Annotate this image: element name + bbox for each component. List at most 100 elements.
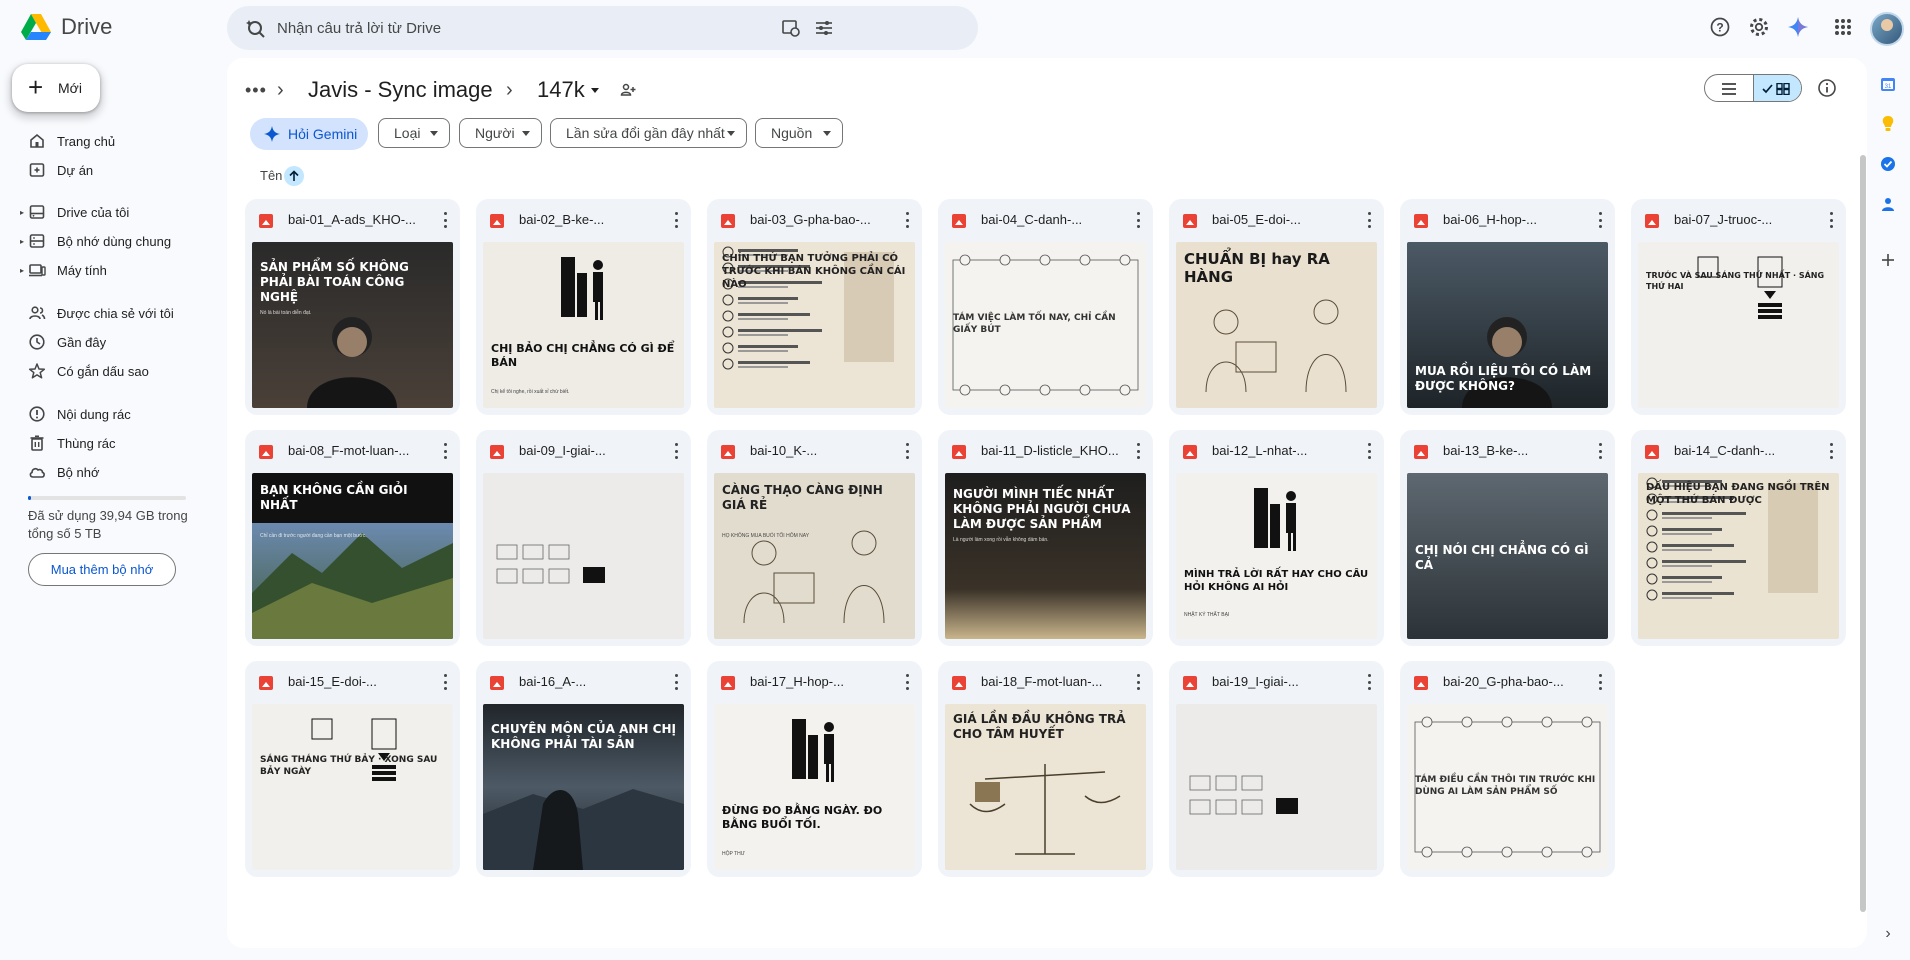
search-bar[interactable] (227, 6, 978, 50)
file-thumbnail[interactable]: TÁM ĐIỀU CẦN THÔI TIN TRƯỚC KHI DÙNG AI … (1407, 704, 1608, 870)
file-name-row[interactable]: bai-20_G-pha-bao-... (1400, 661, 1615, 703)
more-actions-icon[interactable] (901, 674, 913, 690)
file-thumbnail[interactable]: CHỊ NÓI CHỊ CHẲNG CÓ GÌ CẢ (1407, 473, 1608, 639)
breadcrumb-current[interactable]: 147k (537, 74, 599, 106)
file-card[interactable]: bai-09_I-giai-... (476, 430, 691, 646)
file-name-row[interactable]: bai-13_B-ke-... (1400, 430, 1615, 472)
file-name-row[interactable]: bai-11_D-listicle_KHO... (938, 430, 1153, 472)
expand-caret-icon[interactable]: ▸ (20, 266, 24, 275)
drive-logo-icon[interactable] (20, 12, 52, 42)
sidebar-item-shared-with-me[interactable]: Được chia sẻ với tôi (0, 298, 220, 328)
sidebar-item-my-drive[interactable]: ▸ Drive của tôi (0, 197, 220, 227)
file-name-row[interactable]: bai-10_K-... (707, 430, 922, 472)
sidebar-item-home[interactable]: Trang chủ (0, 126, 220, 156)
grid-view-button[interactable] (1752, 75, 1801, 101)
file-thumbnail[interactable]: MÌNH TRẢ LỜI RẤT HAY CHO CÂU HỎI KHÔNG A… (1176, 473, 1377, 639)
file-card[interactable]: bai-06_H-hop-... MUA RỒI LIỆU TÔI CÓ LÀM … (1400, 199, 1615, 415)
sidebar-item-starred[interactable]: Có gắn dấu sao (0, 356, 220, 386)
file-card[interactable]: bai-15_E-doi-... SÁNG THÁNG THỨ BẢY · XON… (245, 661, 460, 877)
filter-people-chip[interactable]: Người (459, 118, 542, 148)
file-name-row[interactable]: bai-08_F-mot-luan-... (245, 430, 460, 472)
breadcrumb-overflow-icon[interactable]: ••• (245, 80, 267, 101)
more-actions-icon[interactable] (1594, 674, 1606, 690)
more-actions-icon[interactable] (439, 674, 451, 690)
file-thumbnail[interactable]: CHUẨN BỊ hay RA HÀNG (1176, 242, 1377, 408)
file-thumbnail[interactable]: ĐỪNG ĐO BẰNG NGÀY. ĐO BẰNG BUỔI TỐI. HỘP … (714, 704, 915, 870)
file-name-row[interactable]: bai-03_G-pha-bao-... (707, 199, 922, 241)
file-thumbnail[interactable]: CHÍN THỨ BẠN TƯỞNG PHẢI CÓ TRƯỚC KHI BÁN… (714, 242, 915, 408)
account-avatar[interactable] (1870, 12, 1904, 46)
file-name-row[interactable]: bai-16_A-... (476, 661, 691, 703)
vertical-scrollbar[interactable] (1860, 155, 1866, 912)
file-thumbnail[interactable] (483, 473, 684, 639)
file-name-row[interactable]: bai-07_J-truoc-... (1631, 199, 1846, 241)
file-name-row[interactable]: bai-14_C-danh-... (1631, 430, 1846, 472)
keep-icon[interactable] (1878, 114, 1898, 134)
more-actions-icon[interactable] (1363, 674, 1375, 690)
file-thumbnail[interactable] (1176, 704, 1377, 870)
filter-type-chip[interactable]: Loại (378, 118, 450, 148)
file-card[interactable]: bai-13_B-ke-... CHỊ NÓI CHỊ CHẲNG CÓ GÌ C… (1400, 430, 1615, 646)
filter-modified-chip[interactable]: Lần sửa đổi gần đây nhất (550, 118, 747, 148)
file-card[interactable]: bai-17_H-hop-... ĐỪNG ĐO BẰNG NGÀY. ĐO BẰ… (707, 661, 922, 877)
help-icon[interactable]: ? (1707, 14, 1733, 40)
sidebar-item-recent[interactable]: Gần đây (0, 327, 220, 357)
more-actions-icon[interactable] (901, 443, 913, 459)
more-actions-icon[interactable] (1825, 212, 1837, 228)
more-actions-icon[interactable] (1594, 212, 1606, 228)
file-thumbnail[interactable]: MUA RỒI LIỆU TÔI CÓ LÀM ĐƯỢC KHÔNG? (1407, 242, 1608, 408)
file-name-row[interactable]: bai-02_B-ke-... (476, 199, 691, 241)
search-input[interactable] (277, 18, 837, 38)
search-settings-icon[interactable] (780, 17, 802, 39)
more-actions-icon[interactable] (439, 443, 451, 459)
file-name-row[interactable]: bai-04_C-danh-... (938, 199, 1153, 241)
file-card[interactable]: bai-02_B-ke-... CHỊ BẢO CHỊ CHẲNG CÓ GÌ Đ… (476, 199, 691, 415)
file-thumbnail[interactable]: GIÁ LẦN ĐẦU KHÔNG TRẢ CHO TÂM HUYẾT (945, 704, 1146, 870)
breadcrumb-parent[interactable]: Javis - Sync image (308, 74, 493, 106)
settings-gear-icon[interactable] (1746, 14, 1772, 40)
file-name-row[interactable]: bai-18_F-mot-luan-... (938, 661, 1153, 703)
file-card[interactable]: bai-12_L-nhat-... MÌNH TRẢ LỜI RẤT HAY CH… (1169, 430, 1384, 646)
gemini-icon[interactable] (1785, 14, 1811, 40)
file-thumbnail[interactable]: CHỊ BẢO CHỊ CHẲNG CÓ GÌ ĐỂ BÁN Chị kể tôi… (483, 242, 684, 408)
file-card[interactable]: bai-14_C-danh-... DẤU HIỆU BẠN ĐANG NGỒI … (1631, 430, 1846, 646)
sidebar-item-spam[interactable]: Nội dung rác (0, 399, 220, 429)
more-actions-icon[interactable] (1825, 443, 1837, 459)
more-actions-icon[interactable] (901, 212, 913, 228)
app-name[interactable]: Drive (61, 14, 112, 40)
file-card[interactable]: bai-05_E-doi-... CHUẨN BỊ hay RA HÀNG (1169, 199, 1384, 415)
sort-by-name[interactable]: Tên (260, 168, 282, 183)
tasks-icon[interactable] (1878, 154, 1898, 174)
sidebar-item-trash[interactable]: Thùng rác (0, 428, 220, 458)
file-thumbnail[interactable]: NGƯỜI MÌNH TIẾC NHẤT KHÔNG PHẢI NGƯỜI CH… (945, 473, 1146, 639)
list-view-button[interactable] (1705, 75, 1753, 101)
file-name-row[interactable]: bai-06_H-hop-... (1400, 199, 1615, 241)
file-card[interactable]: bai-07_J-truoc-... TRƯỚC VÀ SAU SÁNG THỨ … (1631, 199, 1846, 415)
file-card[interactable]: bai-11_D-listicle_KHO... NGƯỜI MÌNH TIẾC … (938, 430, 1153, 646)
file-name-row[interactable]: bai-05_E-doi-... (1169, 199, 1384, 241)
file-card[interactable]: bai-19_I-giai-... (1169, 661, 1384, 877)
more-actions-icon[interactable] (1132, 674, 1144, 690)
file-thumbnail[interactable]: BẠN KHÔNG CẦN GIỎI NHẤT Chỉ cần đi trước … (252, 473, 453, 639)
add-addon-icon[interactable] (1878, 250, 1898, 270)
file-name-row[interactable]: bai-15_E-doi-... (245, 661, 460, 703)
more-actions-icon[interactable] (1363, 443, 1375, 459)
more-actions-icon[interactable] (670, 212, 682, 228)
more-actions-icon[interactable] (1132, 212, 1144, 228)
apps-grid-icon[interactable] (1830, 14, 1856, 40)
sort-direction-button[interactable] (284, 166, 304, 186)
info-icon[interactable] (1817, 78, 1837, 98)
file-card[interactable]: bai-10_K-... CÀNG THẠO CÀNG ĐỊNH GIÁ RẺ HỌ… (707, 430, 922, 646)
file-card[interactable]: bai-18_F-mot-luan-... GIÁ LẦN ĐẦU KHÔNG T… (938, 661, 1153, 877)
file-thumbnail[interactable]: TRƯỚC VÀ SAU SÁNG THỨ NHẤT · SÁNG THỨ HA… (1638, 242, 1839, 408)
file-thumbnail[interactable]: SẢN PHẨM SỐ KHÔNG PHẢI BÀI TOÁN CÔNG NGH… (252, 242, 453, 408)
file-name-row[interactable]: bai-19_I-giai-... (1169, 661, 1384, 703)
more-actions-icon[interactable] (439, 212, 451, 228)
contacts-icon[interactable] (1878, 194, 1898, 214)
file-name-row[interactable]: bai-17_H-hop-... (707, 661, 922, 703)
file-thumbnail[interactable]: TÁM VIỆC LÀM TỐI NAY, CHỈ CẦN GIẤY BÚT (945, 242, 1146, 408)
file-card[interactable]: bai-16_A-... CHUYÊN MÔN CỦA ANH CHỊ KHÔNG… (476, 661, 691, 877)
buy-storage-button[interactable]: Mua thêm bộ nhớ (28, 553, 176, 586)
more-actions-icon[interactable] (670, 443, 682, 459)
file-card[interactable]: bai-03_G-pha-bao-... CHÍN THỨ BẠN TƯỞNG P… (707, 199, 922, 415)
